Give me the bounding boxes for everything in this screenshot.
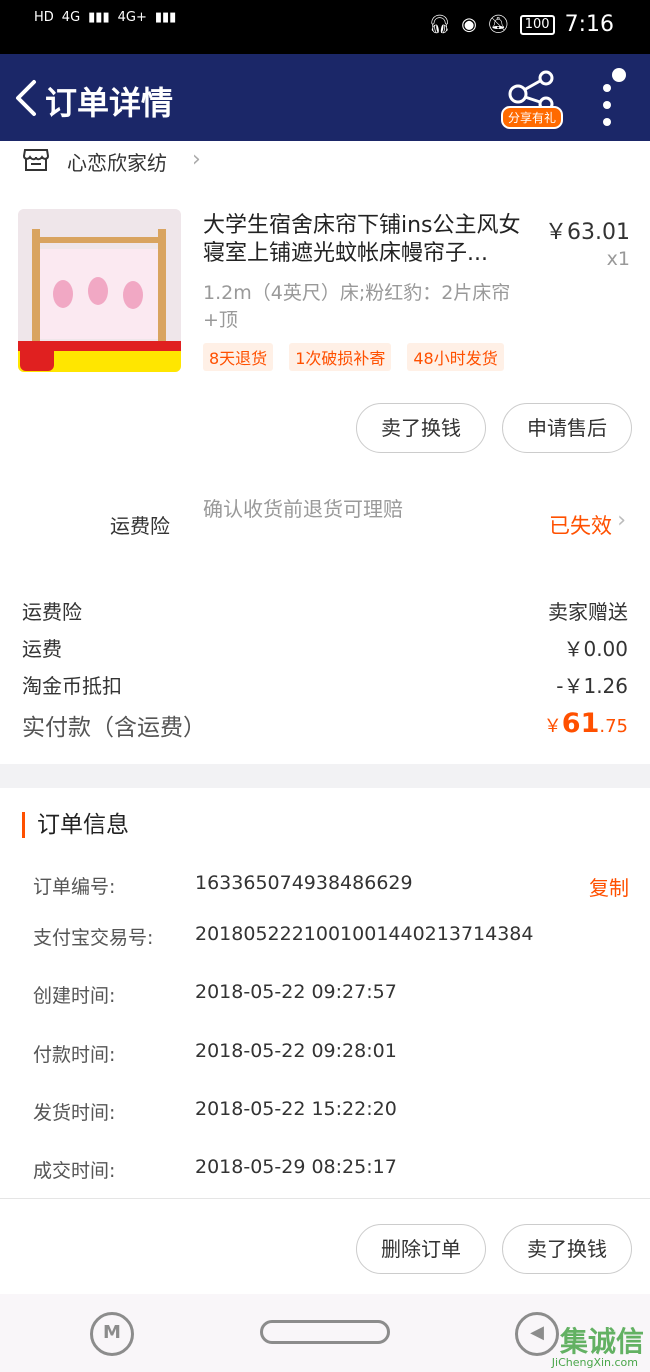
fee-value: 卖家赠送 — [548, 600, 628, 624]
sell-for-cash-bottom-button[interactable]: 卖了换钱 — [502, 1224, 632, 1274]
chevron-right-icon: › — [617, 508, 626, 533]
fee-label: 运费 — [22, 637, 62, 661]
status-bar: HD 4G ▮▮▮ 4G+ ▮▮▮ 🎧︎ ◉ 🔕︎ 100 7:16 — [0, 0, 650, 54]
paid-currency: ￥ — [543, 716, 562, 737]
service-tag: 8天退货 — [203, 343, 274, 371]
title-bar: 订单详情 分享有礼 — [0, 54, 650, 141]
system-nav-bar: M ◀ 集诚信 JiChengXin.com — [0, 1294, 650, 1372]
watermark-url: JiChengXin.com — [551, 1356, 638, 1369]
section-divider — [0, 764, 650, 788]
product-image[interactable] — [18, 209, 181, 372]
nav-back-icon[interactable]: ◀ — [515, 1312, 559, 1356]
paid-amount: ￥61.75 — [544, 708, 628, 739]
back-arrow-icon[interactable] — [10, 78, 40, 118]
headset-icon: 🎧︎ — [428, 14, 452, 35]
network-4g: 4G — [61, 10, 81, 25]
after-sales-button[interactable]: 申请售后 — [502, 403, 632, 453]
fee-row-coin-discount: 淘金币抵扣 -￥1.26 — [22, 670, 628, 700]
product-sku: 1.2m（4英尺）床;粉红豹：2片床帘+顶 — [203, 282, 511, 331]
status-time: 7:16 — [564, 12, 614, 37]
hd-indicator: HD — [34, 10, 54, 25]
info-row-order-number: 订单编号: 163365074938486629 复制 — [33, 872, 629, 902]
info-label: 发货时间: — [33, 1102, 116, 1124]
paid-int: 61 — [561, 708, 600, 739]
fee-label: 淘金币抵扣 — [22, 674, 122, 698]
info-label: 支付宝交易号: — [33, 927, 154, 949]
share-gift-badge[interactable]: 分享有礼 — [501, 106, 564, 129]
fee-label: 运费险 — [22, 600, 82, 624]
page-title: 订单详情 — [45, 84, 174, 122]
product-price: ￥63.01 — [545, 220, 630, 245]
shop-icon — [22, 149, 50, 171]
network-4g-plus: 4G+ — [117, 10, 147, 25]
info-value: 2018-05-22 09:27:57 — [195, 981, 397, 1003]
sell-for-cash-button[interactable]: 卖了换钱 — [356, 403, 486, 453]
info-value: 2018-05-29 08:25:17 — [195, 1156, 397, 1178]
service-tag: 48小时发货 — [407, 343, 504, 371]
paid-total-row: 实付款（含运费） ￥61.75 — [22, 708, 628, 744]
order-info-title: 订单信息 — [22, 812, 129, 838]
shop-row[interactable]: 心恋欣家纺 › — [0, 141, 650, 181]
mute-icon: 🔕︎ — [486, 14, 510, 35]
shop-name[interactable]: 心恋欣家纺 — [67, 147, 167, 176]
bottom-bar-divider — [0, 1198, 650, 1199]
shipping-insurance-row[interactable]: 运费险 确认收货前退货可理赔 已失效 › — [0, 490, 650, 560]
info-row-alipay-number: 支付宝交易号: 2018052221001001440213714384 — [33, 923, 629, 953]
info-label: 订单编号: — [33, 876, 116, 898]
info-row-created-time: 创建时间: 2018-05-22 09:27:57 — [33, 981, 629, 1011]
insurance-status: 已失效 — [549, 514, 612, 538]
info-value: 163365074938486629 — [195, 872, 413, 894]
battery-icon: 100 — [519, 14, 555, 35]
info-label: 创建时间: — [33, 985, 116, 1007]
info-label: 付款时间: — [33, 1044, 116, 1066]
copy-button[interactable]: 复制 — [589, 872, 629, 901]
info-row-paid-time: 付款时间: 2018-05-22 09:28:01 — [33, 1040, 629, 1070]
service-tag: 1次破损补寄 — [289, 343, 392, 371]
info-value: 2018-05-22 09:28:01 — [195, 1040, 397, 1062]
watermark-logo: 集诚信 — [559, 1325, 644, 1358]
nav-gesture-pill[interactable] — [260, 1320, 390, 1344]
info-row-completed-time: 成交时间: 2018-05-29 08:25:17 — [33, 1156, 629, 1186]
delete-order-button[interactable]: 删除订单 — [356, 1224, 486, 1274]
status-left: HD 4G ▮▮▮ 4G+ ▮▮▮ — [34, 10, 176, 25]
insurance-desc: 确认收货前退货可理赔 — [203, 497, 403, 521]
product-title[interactable]: 大学生宿舍床帘下铺ins公主风女寝室上铺遮光蚊帐床幔帘子... — [203, 212, 533, 268]
fee-row-shipping: 运费 ￥0.00 — [22, 633, 628, 663]
nav-home-icon[interactable]: M — [90, 1312, 134, 1356]
chevron-right-icon: › — [192, 147, 201, 172]
info-value: 2018052221001001440213714384 — [195, 923, 534, 945]
fee-value: -￥1.26 — [556, 674, 628, 698]
info-row-shipped-time: 发货时间: 2018-05-22 15:22:20 — [33, 1098, 629, 1128]
signal-icon: ▮▮▮ — [154, 10, 177, 25]
signal-icon: ▮▮▮ — [88, 10, 110, 25]
status-right: 🎧︎ ◉ 🔕︎ 100 7:16 — [428, 12, 614, 37]
paid-label: 实付款（含运费） — [22, 715, 206, 741]
product-quantity: x1 — [606, 248, 630, 270]
service-tags: 8天退货 1次破损补寄 48小时发货 — [203, 343, 504, 371]
fee-value: ￥0.00 — [563, 637, 628, 661]
notification-dot — [612, 68, 626, 82]
more-menu-icon[interactable] — [600, 80, 614, 130]
info-value: 2018-05-22 15:22:20 — [195, 1098, 397, 1120]
paid-dec: .75 — [599, 716, 628, 737]
eye-icon: ◉ — [461, 14, 477, 35]
fee-row-insurance: 运费险 卖家赠送 — [22, 596, 628, 626]
info-label: 成交时间: — [33, 1160, 116, 1182]
insurance-label: 运费险 — [110, 514, 170, 538]
